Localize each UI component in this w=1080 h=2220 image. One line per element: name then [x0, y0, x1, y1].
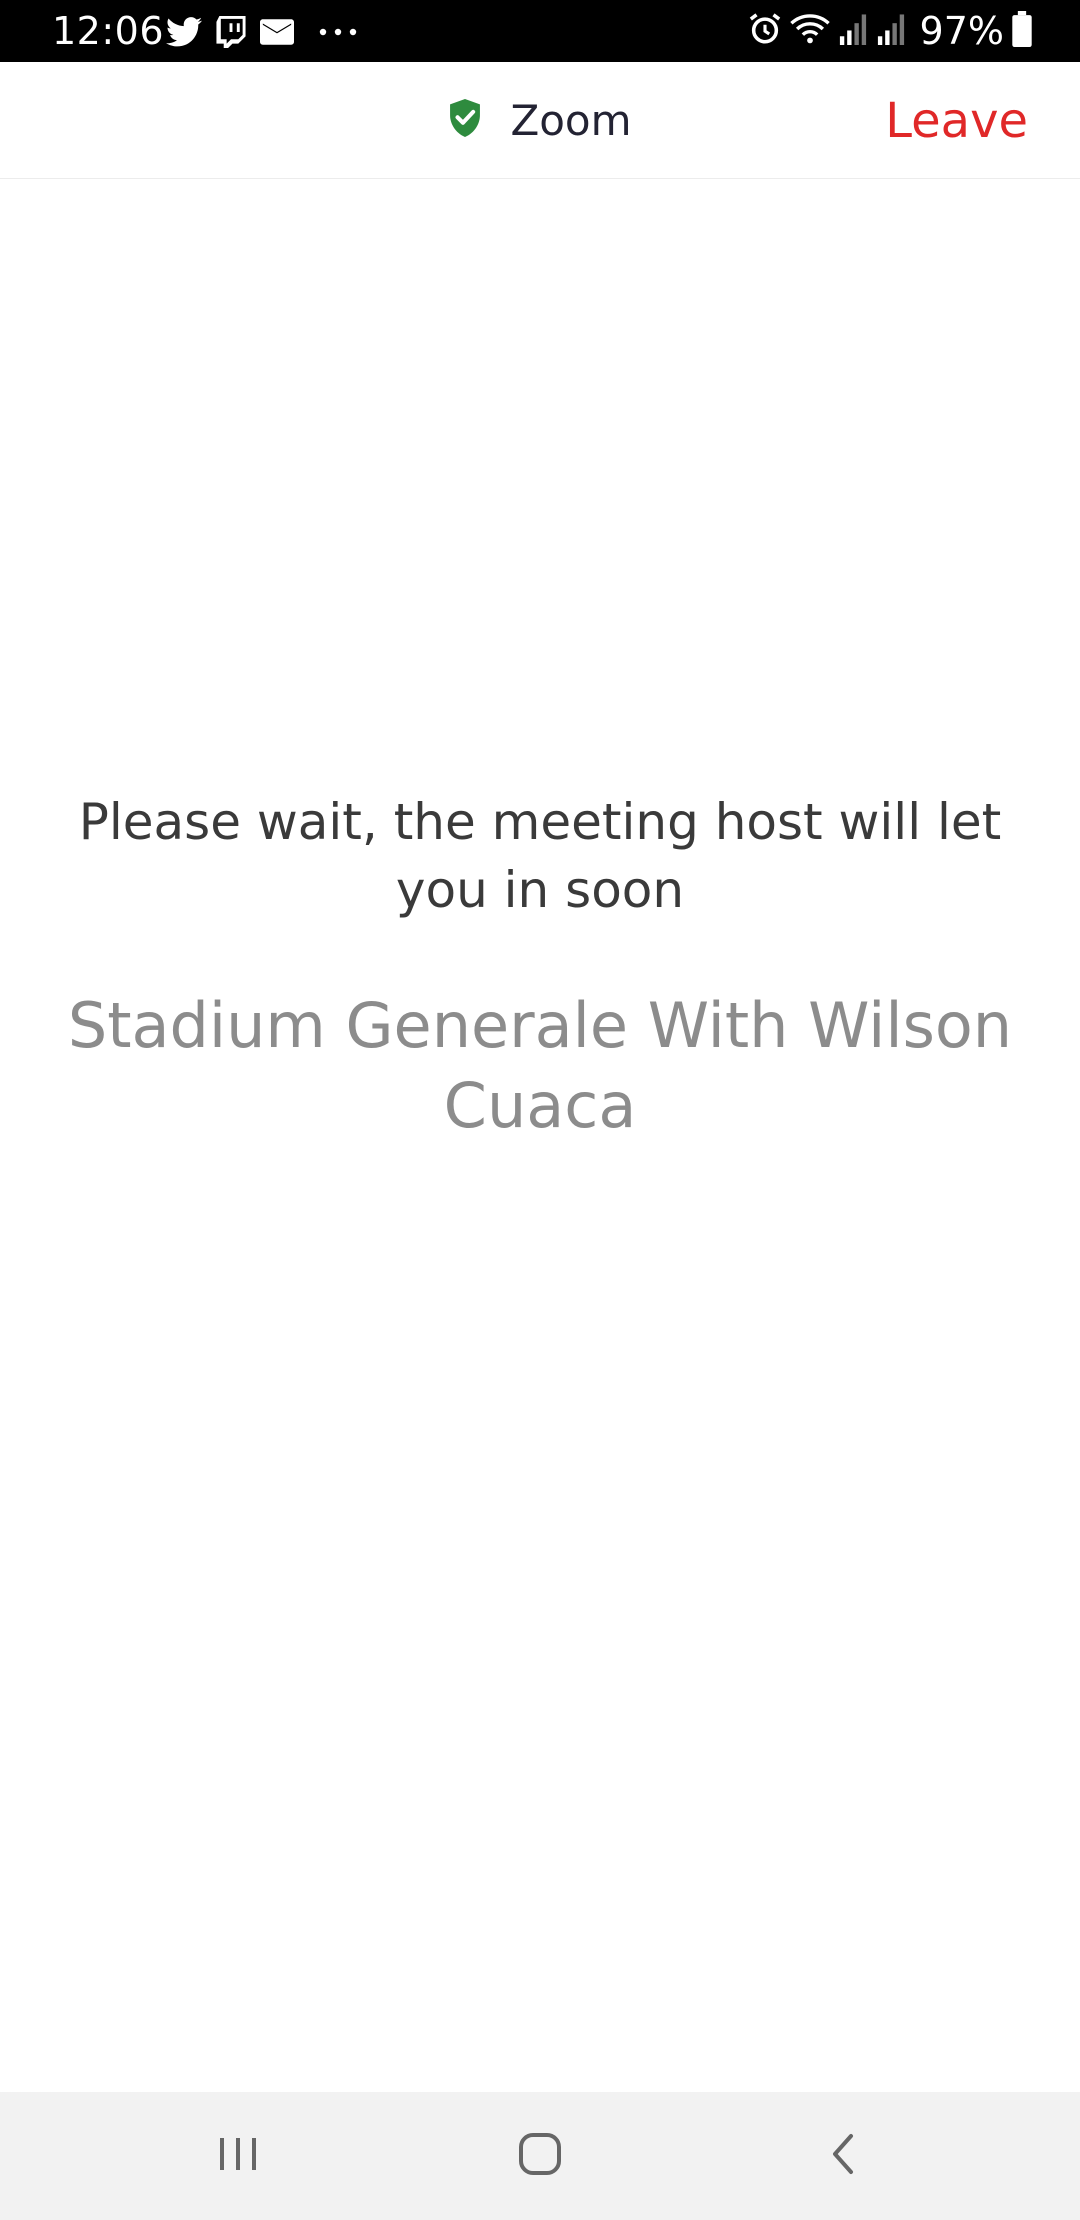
- recents-button[interactable]: [138, 2092, 338, 2220]
- mail-icon: [260, 19, 294, 45]
- battery-icon: [1012, 11, 1032, 51]
- navigation-bar: [0, 2092, 1080, 2220]
- signal-icon: [838, 13, 868, 49]
- waiting-message: Please wait, the meeting host will let y…: [78, 793, 1002, 919]
- meeting-topic: Stadium Generale With Wilson Cuaca: [67, 989, 1013, 1142]
- header-title: Zoom: [510, 95, 632, 145]
- notification-icons: [166, 12, 358, 52]
- twitch-icon: [216, 16, 246, 48]
- shield-check-icon: [448, 99, 482, 141]
- meeting-header: Zoom Leave: [0, 62, 1080, 179]
- more-dots-icon: [318, 27, 358, 37]
- leave-button[interactable]: Leave: [885, 92, 1028, 150]
- recents-icon: [216, 2134, 260, 2178]
- home-button[interactable]: [440, 2092, 640, 2220]
- alarm-icon: [748, 12, 782, 50]
- home-icon: [517, 2131, 563, 2181]
- status-bar: 12:06 97%: [0, 0, 1080, 62]
- twitter-icon: [166, 17, 202, 47]
- battery-percent: 97%: [919, 9, 1004, 53]
- signal-icon: [876, 13, 906, 49]
- waiting-room-screen: 12:06 97% Zoom Leave Please wait, the me…: [0, 0, 1080, 2220]
- back-button[interactable]: [742, 2092, 942, 2220]
- system-icons: 97%: [748, 10, 1032, 52]
- status-time: 12:06: [52, 9, 165, 53]
- wifi-icon: [789, 13, 830, 49]
- back-icon: [827, 2132, 857, 2180]
